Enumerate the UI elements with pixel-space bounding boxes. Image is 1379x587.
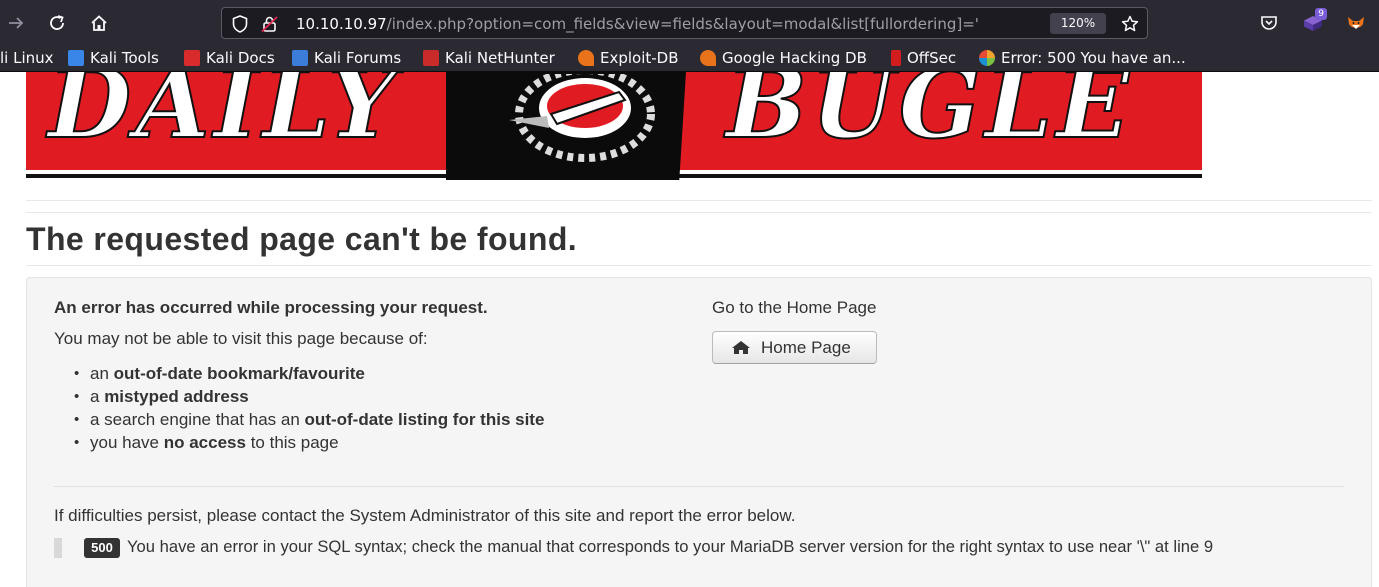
error-heading: An error has occurred while processing y…	[54, 298, 488, 317]
divider	[26, 265, 1372, 266]
bookmark-kali-forums[interactable]: Kali Forums	[292, 48, 401, 68]
list-item: a search engine that has an out-of-date …	[74, 408, 544, 431]
reload-button[interactable]	[41, 7, 73, 39]
kali-docs-favicon	[184, 50, 200, 66]
fox-icon	[1348, 17, 1364, 29]
bookmark-label: Kali Forums	[314, 49, 402, 67]
offsec-favicon	[891, 50, 901, 66]
sql-error-message: You have an error in your SQL syntax; ch…	[127, 537, 1214, 556]
zoom-level-button[interactable]: 120%	[1050, 13, 1106, 34]
kali-forums-favicon	[292, 50, 308, 66]
reason-text: an	[90, 364, 114, 383]
bookmark-label: OffSec	[907, 49, 957, 67]
bookmark-label: li Linux	[0, 49, 54, 67]
bookmark-label: Exploit-DB	[600, 49, 679, 67]
bookmark-offsec[interactable]: OffSec	[891, 48, 956, 68]
address-bar[interactable]: 10.10.10.97/index.php?option=com_fields&…	[221, 7, 1148, 39]
bookmark-label: Kali Tools	[90, 49, 159, 67]
error-subheading: You may not be able to visit this page b…	[54, 329, 428, 348]
blockquote-bar	[54, 538, 62, 558]
reason-emphasis: no access	[163, 433, 246, 452]
star-icon	[1121, 15, 1139, 32]
reason-emphasis: out-of-date bookmark/favourite	[113, 364, 365, 383]
url-host: 10.10.10.97	[296, 15, 387, 33]
home-icon	[91, 15, 107, 31]
bookmark-label: Kali NetHunter	[445, 49, 555, 67]
bookmark-star-button[interactable]	[1118, 12, 1142, 36]
divider	[26, 212, 1372, 213]
browser-toolbar: 10.10.10.97/index.php?option=com_fields&…	[0, 0, 1379, 44]
kali-tools-favicon	[68, 50, 84, 66]
bookmark-kali-nethunter[interactable]: Kali NetHunter	[423, 48, 555, 68]
banner-word-daily: DAILY	[47, 72, 401, 160]
ghdb-favicon	[700, 50, 716, 66]
bookmarks-toolbar: li Linux Kali Tools Kali Docs Kali Forum…	[0, 44, 1379, 72]
banner-word-bugle: BUGLE	[725, 72, 1134, 160]
url-text[interactable]: 10.10.10.97/index.php?option=com_fields&…	[296, 14, 979, 34]
reason-text-after: to this page	[245, 433, 339, 452]
reason-emphasis: out-of-date listing for this site	[304, 410, 545, 429]
goto-home-label: Go to the Home Page	[712, 298, 877, 317]
bookmark-error-500[interactable]: Error: 500 You have an...	[979, 48, 1186, 68]
divider	[54, 486, 1344, 487]
url-path: /index.php?option=com_fields&view=fields…	[386, 15, 979, 33]
home-page-button-label: Home Page	[761, 337, 851, 357]
forward-arrow-icon	[9, 17, 24, 29]
daily-bugle-banner[interactable]: DAILY BUGLE	[26, 72, 1202, 180]
bookmark-kali-tools[interactable]: Kali Tools	[68, 48, 159, 68]
extension-badge: 9	[1315, 8, 1327, 20]
page-title: The requested page can't be found.	[26, 221, 578, 257]
error-reasons-list: an out-of-date bookmark/favourite a mist…	[74, 362, 544, 454]
reason-emphasis: mistyped address	[104, 387, 249, 406]
kali-nethunter-favicon	[423, 50, 439, 66]
home-page-button[interactable]: Home Page	[712, 331, 877, 364]
bookmark-label: Google Hacking DB	[722, 49, 867, 67]
bookmark-kali-docs[interactable]: Kali Docs	[184, 48, 275, 68]
reason-text: a	[90, 387, 105, 406]
joomla-favicon	[979, 50, 995, 66]
bookmark-google-hacking-db[interactable]: Google Hacking DB	[700, 48, 867, 68]
list-item: a mistyped address	[74, 385, 544, 408]
home-toolbar-button[interactable]	[83, 7, 115, 39]
foxyproxy-button[interactable]	[1340, 7, 1372, 39]
persist-message: If difficulties persist, please contact …	[54, 506, 796, 525]
reason-text: a search engine that has an	[90, 410, 305, 429]
bookmark-kali-linux[interactable]: li Linux	[0, 48, 54, 68]
list-item: an out-of-date bookmark/favourite	[74, 362, 544, 385]
pocket-button[interactable]	[1253, 7, 1285, 39]
reason-text: you have	[90, 433, 164, 452]
list-item: you have no access to this page	[74, 431, 544, 454]
insecure-lock-icon[interactable]	[260, 14, 280, 34]
extension-button[interactable]: 9	[1297, 7, 1329, 39]
reload-icon	[50, 15, 64, 30]
divider	[26, 200, 1372, 201]
error-code-badge: 500	[84, 538, 120, 558]
bugle-laurel-seal-icon	[509, 74, 655, 162]
shield-icon[interactable]	[230, 14, 250, 34]
bookmark-label: Kali Docs	[206, 49, 275, 67]
exploit-db-favicon	[578, 50, 594, 66]
bookmark-exploit-db[interactable]: Exploit-DB	[578, 48, 679, 68]
forward-button[interactable]	[0, 7, 32, 39]
house-icon	[731, 340, 751, 356]
pocket-icon	[1261, 16, 1277, 30]
bookmark-label: Error: 500 You have an...	[1001, 49, 1186, 67]
